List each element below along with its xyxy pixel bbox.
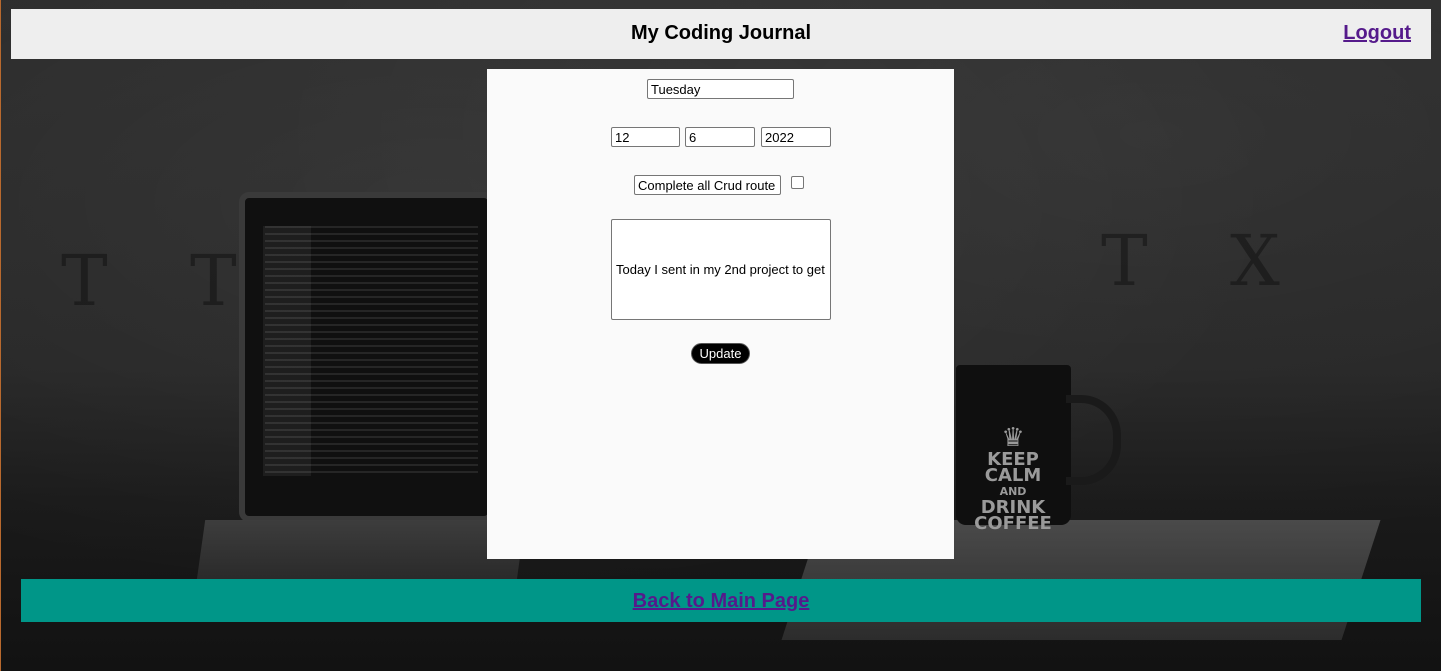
mug-handle-image: [1066, 395, 1121, 485]
mug-text-line: COFFEE: [974, 513, 1052, 534]
laptop-keyboard-image: [196, 520, 526, 580]
year-input[interactable]: [761, 127, 831, 147]
mug-text-line: CALM: [984, 465, 1042, 486]
day-input[interactable]: [647, 79, 794, 99]
update-button[interactable]: Update: [691, 343, 750, 364]
code-lines-image: [265, 226, 478, 476]
task-input[interactable]: [634, 175, 781, 195]
footer-bar: Back to Main Page: [21, 579, 1421, 622]
back-to-main-link[interactable]: Back to Main Page: [21, 590, 1421, 613]
wall-carving: T T: [61, 240, 267, 322]
mug-print: ♛ KEEP CALM AND DRINK COFFEE: [963, 423, 1063, 534]
task-done-checkbox[interactable]: [791, 176, 804, 189]
month-input[interactable]: [611, 127, 680, 147]
laptop-screen-image: [239, 192, 494, 522]
journal-note-textarea[interactable]: Today I sent in my 2nd project to get: [611, 219, 831, 320]
crown-icon: ♛: [1001, 423, 1025, 453]
wall-carving: T X: [1101, 220, 1310, 302]
edit-entry-form: Today I sent in my 2nd project to get Up…: [487, 69, 954, 559]
page-title: My Coding Journal: [631, 22, 811, 44]
logout-link[interactable]: Logout: [1343, 22, 1411, 45]
header-bar: My Coding Journal Logout: [11, 9, 1431, 59]
date-input[interactable]: [685, 127, 755, 147]
